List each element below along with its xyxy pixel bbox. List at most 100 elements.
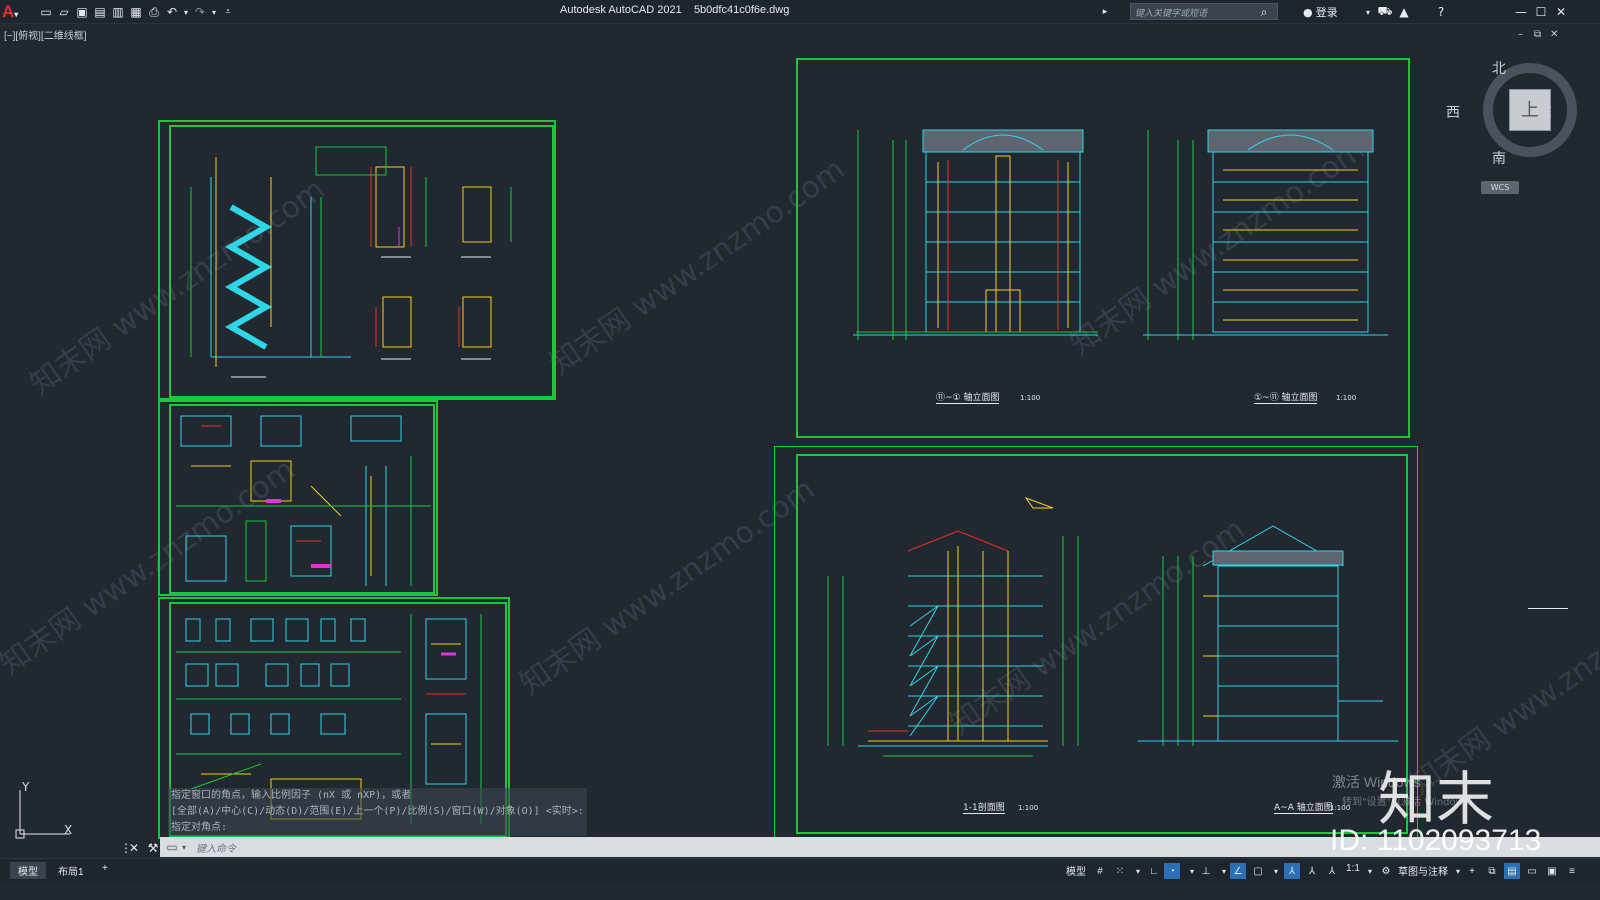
- quick-properties-icon[interactable]: ▤: [1504, 863, 1520, 879]
- sections-drawing: [827, 496, 1398, 757]
- isodraft-icon[interactable]: ⊥: [1198, 863, 1214, 879]
- drawing-restore-button[interactable]: ⧉: [1534, 29, 1541, 40]
- search-icon[interactable]: ⌕: [1256, 4, 1272, 20]
- snap-icon[interactable]: ⁙: [1112, 863, 1128, 879]
- elevations-drawing: [853, 129, 1388, 340]
- compass-east[interactable]: 东: [1538, 102, 1552, 122]
- model-space-canvas[interactable]: 知末网 www.znzmo.com 知末网 www.znzmo.com 知末网 …: [0, 42, 1600, 882]
- title-bar: A▾ ▭ ▱ ▣ ▤ ▥ ▦ ⎙ ↶ ▾ ↷ ▾ ⩡ Autodesk Auto…: [0, 0, 1600, 24]
- elevation-left-title: ⑪~① 轴立面图: [936, 390, 1000, 404]
- command-history-line: 指定对角点:: [168, 820, 587, 836]
- object-snap-dropdown-icon[interactable]: ▾: [1268, 863, 1284, 879]
- isolate-objects-icon[interactable]: ▭: [1524, 863, 1540, 879]
- auto-scale-icon[interactable]: ⅄: [1304, 863, 1320, 879]
- command-history-line: 指定窗口的角点，输入比例因子 (nX 或 nXP)，或者: [168, 788, 587, 804]
- compass-north[interactable]: 北: [1492, 58, 1506, 78]
- autocad-logo-icon[interactable]: A▾: [2, 2, 24, 22]
- command-input[interactable]: 键入命令: [196, 840, 236, 855]
- section-right-title: A~A 轴立面图: [1274, 800, 1333, 814]
- connect-icon[interactable]: ▲: [1396, 4, 1412, 20]
- annotation-monitor-icon[interactable]: +: [1464, 863, 1480, 879]
- file-name: 5b0dfc41c0f6e.dwg: [693, 4, 790, 16]
- drawing-close-button[interactable]: ✕: [1550, 29, 1558, 40]
- ucs-y-label: Y: [22, 780, 30, 794]
- section-left-title: 1-1剖面图: [963, 800, 1005, 814]
- command-history: 指定窗口的角点，输入比例因子 (nX 或 nXP)，或者 [全部(A)/中心(C…: [168, 788, 587, 836]
- section-left-scale: 1:100: [1018, 804, 1039, 812]
- compass-south[interactable]: 南: [1492, 148, 1506, 168]
- app-name: Autodesk AutoCAD 2021: [560, 4, 682, 16]
- elevation-right-title: ①~⑪ 轴立面图: [1254, 390, 1318, 404]
- elevation-left: [853, 129, 1098, 340]
- autocad-window: A▾ ▭ ▱ ▣ ▤ ▥ ▦ ⎙ ↶ ▾ ↷ ▾ ⩡ Autodesk Auto…: [0, 0, 1600, 900]
- quick-access-toolbar: ▭ ▱ ▣ ▤ ▥ ▦ ⎙ ↶ ▾ ↷ ▾ ⩡: [38, 4, 236, 20]
- object-snap-tracking-icon[interactable]: ∠: [1230, 863, 1246, 879]
- sheet-elevations: ⑪~① 轴立面图 1:100 ①~⑪ 轴立面图 1:100: [796, 58, 1410, 438]
- customization-menu-icon[interactable]: ≡: [1564, 863, 1580, 879]
- customize-command-icon[interactable]: ⚒: [145, 840, 161, 856]
- sheet-node-details-inner: [169, 404, 435, 594]
- polar-tracking-icon[interactable]: ◔: [1164, 863, 1180, 879]
- maximize-button[interactable]: ☐: [1532, 3, 1550, 21]
- viewcube[interactable]: 上 北 南 东 西: [1446, 58, 1580, 167]
- help-icon[interactable]: ?: [1433, 4, 1449, 20]
- elevation-right: [1143, 129, 1388, 340]
- annotation-scale-icon[interactable]: ⅄: [1324, 863, 1340, 879]
- scale-dropdown-icon[interactable]: ▾: [1362, 863, 1378, 879]
- annotation-visibility-icon[interactable]: ⅄: [1284, 863, 1300, 879]
- new-file-icon[interactable]: ▭: [38, 4, 54, 20]
- drawing-minimize-button[interactable]: –: [1518, 29, 1523, 40]
- section-left: [827, 530, 1079, 757]
- save-to-web-icon[interactable]: ▦: [128, 4, 144, 20]
- redo-icon[interactable]: ↷: [192, 4, 208, 20]
- add-layout-button[interactable]: +: [94, 862, 116, 875]
- open-folder-icon[interactable]: ▱: [56, 4, 72, 20]
- login-label: 登录: [1315, 6, 1338, 19]
- cursor-crosshair: [1528, 608, 1568, 609]
- command-history-line: [全部(A)/中心(C)/动态(D)/范围(E)/上一个(P)/比例(S)/窗口…: [168, 804, 587, 820]
- recent-commands-icon[interactable]: ▭: [164, 839, 180, 855]
- clean-screen-icon[interactable]: ▣: [1544, 863, 1560, 879]
- wcs-menu-button[interactable]: WCS: [1481, 181, 1519, 194]
- ucs-icon: Y X: [10, 780, 80, 840]
- annotation-scale-value[interactable]: 1:1: [1346, 863, 1360, 874]
- section-right: [1138, 525, 1398, 746]
- image-id-watermark: ID: 1102093713: [1330, 824, 1542, 857]
- ucs-x-label: X: [64, 823, 73, 837]
- undo-icon[interactable]: ↶: [164, 4, 180, 20]
- workspace-gear-icon[interactable]: ⚙: [1378, 863, 1394, 879]
- save-icon[interactable]: ▣: [74, 4, 90, 20]
- stair-details-drawing: [190, 146, 512, 378]
- close-window-button[interactable]: ✕: [1552, 3, 1570, 21]
- sheet-sections: 1-1剖面图 1:100 A~A 轴立面图 1:100: [796, 454, 1408, 834]
- expand-arrow-icon[interactable]: ▸: [1097, 4, 1113, 20]
- redo-dropdown-icon[interactable]: ▾: [210, 4, 218, 20]
- save-as-icon[interactable]: ▤: [92, 4, 108, 20]
- window-title: Autodesk AutoCAD 2021 5b0dfc41c0f6e.dwg: [560, 4, 789, 16]
- object-snap-icon[interactable]: ▢: [1250, 863, 1266, 879]
- recent-commands-dropdown-icon[interactable]: ▾: [180, 839, 188, 855]
- minimize-button[interactable]: —: [1512, 3, 1530, 21]
- user-icon: ●: [1303, 5, 1313, 19]
- grid-icon[interactable]: #: [1092, 863, 1108, 879]
- plot-icon[interactable]: ⎙: [146, 4, 162, 20]
- customize-qat-icon[interactable]: ⩡: [220, 4, 236, 20]
- login-dropdown-icon[interactable]: ▾: [1360, 4, 1376, 20]
- login-button[interactable]: ● 登录: [1303, 4, 1338, 20]
- units-icon[interactable]: ⧉: [1484, 863, 1500, 879]
- snap-dropdown-icon[interactable]: ▾: [1130, 863, 1146, 879]
- model-space-toggle[interactable]: 模型: [1066, 863, 1086, 878]
- node-details-drawing: [176, 415, 431, 586]
- tab-model[interactable]: 模型: [10, 862, 46, 879]
- tab-layout1[interactable]: 布局1: [50, 862, 92, 879]
- cart-icon[interactable]: ⛟: [1377, 4, 1393, 20]
- elevation-right-scale: 1:100: [1336, 394, 1357, 402]
- undo-dropdown-icon[interactable]: ▾: [182, 4, 190, 20]
- ortho-icon[interactable]: ∟: [1146, 863, 1162, 879]
- elevation-left-scale: 1:100: [1020, 394, 1041, 402]
- compass-west[interactable]: 西: [1446, 102, 1460, 122]
- close-command-icon[interactable]: ✕: [126, 840, 142, 856]
- workspace-switch[interactable]: 草图与注释: [1398, 863, 1448, 878]
- viewport-controls-label[interactable]: [−][俯视][二维线框]: [4, 27, 87, 42]
- open-from-web-icon[interactable]: ▥: [110, 4, 126, 20]
